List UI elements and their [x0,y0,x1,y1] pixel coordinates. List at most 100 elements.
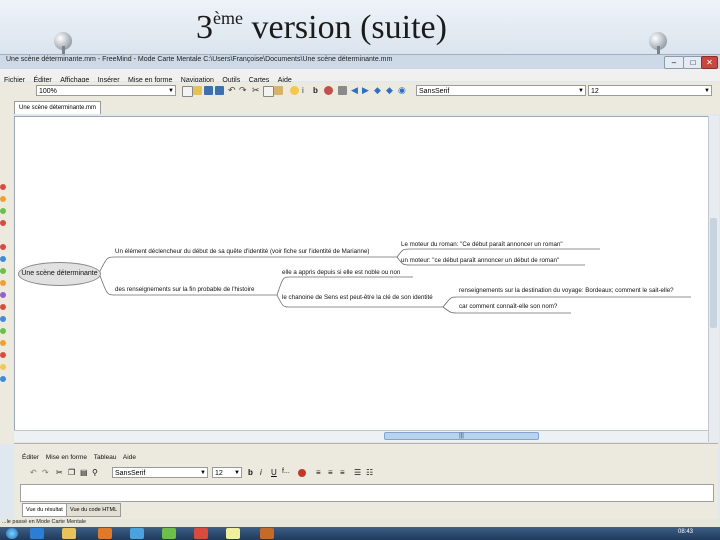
priority-icon[interactable] [0,376,6,382]
italic-button[interactable]: i [260,468,262,477]
numbered-list-icon[interactable]: ☷ [366,468,373,477]
mindmap-node[interactable]: Le moteur du roman: "Ce début paraît ann… [401,241,563,248]
slide-title: 3ème version (suite) [196,8,447,46]
priority-icon[interactable] [0,184,6,190]
navigate-icon[interactable]: ◉ [398,86,407,95]
lightbulb-icon[interactable] [290,86,299,95]
document-tabs: Une scène déterminante.mm [0,100,720,114]
scroll-thumb[interactable]: ||| [384,432,539,440]
priority-icon[interactable] [0,364,6,370]
status-bar: ...le passé en Mode Carte Mentale [0,519,720,527]
priority-icon[interactable] [0,316,6,322]
maximize-button[interactable]: □ [683,56,703,69]
status-text: ...le passé en Mode Carte Mentale [2,519,87,525]
mindmap-node[interactable]: le chanoine de Sens est peut-être la clé… [282,294,433,301]
priority-icon[interactable] [0,328,6,334]
cut-icon[interactable]: ✂ [56,468,63,477]
mindmap-node[interactable]: Un élément déclencheur du début de sa qu… [115,248,370,255]
ie-icon[interactable] [30,528,44,539]
arrow-left-icon[interactable]: ◀ [351,86,360,95]
new-file-icon[interactable] [182,86,193,97]
align-right-icon[interactable]: ≡ [340,468,345,477]
explorer-icon[interactable] [62,528,76,539]
cut-icon[interactable]: ✂ [252,86,261,95]
bullet-list-icon[interactable]: ☰ [354,468,361,477]
color-icon[interactable] [298,469,306,477]
priority-icon[interactable] [0,352,6,358]
app-icon[interactable] [194,528,208,539]
color-icon[interactable] [324,86,333,95]
align-center-icon[interactable]: ≡ [328,468,333,477]
bold-icon[interactable]: b [313,86,322,95]
priority-icon[interactable] [0,256,6,262]
zoom-select[interactable]: 100% ▼ [36,85,176,96]
tab-une-scene[interactable]: Une scène déterminante.mm [14,101,102,114]
editor-menu-editer[interactable]: Éditer [22,454,39,461]
arrow-down-icon[interactable]: ◆ [386,86,395,95]
editor-size-select[interactable]: 12 ▼ [212,467,242,478]
priority-icon[interactable] [0,340,6,346]
priority-icon[interactable] [0,196,6,202]
vertical-scrollbar[interactable] [708,116,719,442]
slide-title-bar: 3ème version (suite) [0,0,720,56]
undo-icon[interactable]: ↶ [30,468,37,477]
editor-menu: Éditer Mise en forme Tableau Aide [22,454,141,461]
priority-icon[interactable] [0,292,6,298]
arrow-up-icon[interactable]: ◆ [374,86,383,95]
minimize-button[interactable]: – [664,56,684,69]
editor-font-select[interactable]: SansSerif ▼ [112,467,208,478]
priority-icon[interactable] [0,304,6,310]
find-icon[interactable]: ⚲ [92,468,98,477]
chevron-down-icon: ▼ [704,88,710,94]
copy-icon[interactable] [263,86,274,97]
copy-icon[interactable]: ❐ [68,468,75,477]
editor-menu-tableau[interactable]: Tableau [94,454,117,461]
mindmap-node[interactable]: des renseignements sur la fin probable d… [115,286,254,293]
open-folder-icon[interactable] [193,86,202,95]
undo-icon[interactable]: ↶ [228,86,237,95]
app-icon[interactable] [130,528,144,539]
save-icon[interactable] [204,86,213,95]
cloud-icon[interactable] [338,86,347,95]
align-left-icon[interactable]: ≡ [316,468,321,477]
redo-icon[interactable]: ↷ [239,86,248,95]
pushpin-icon-right [645,32,673,56]
media-icon[interactable] [98,528,112,539]
chevron-down-icon: ▼ [578,88,584,94]
save-as-icon[interactable] [215,86,224,95]
horizontal-scrollbar[interactable]: ||| [14,430,708,442]
editor-menu-aide[interactable]: Aide [123,454,136,461]
font-button[interactable]: f... [282,468,290,475]
editor-menu-mise-en-forme[interactable]: Mise en forme [46,454,87,461]
note-text-area[interactable] [20,484,714,502]
priority-icon[interactable] [0,268,6,274]
redo-icon[interactable]: ↷ [42,468,49,477]
font-select[interactable]: SansSerif ▼ [416,85,586,96]
arrow-right-icon[interactable]: ▶ [362,86,371,95]
priority-icon[interactable] [0,220,6,226]
mindmap-node[interactable]: car comment connaît-elle son nom? [459,303,557,310]
underline-button[interactable]: U [271,468,277,477]
app-icon[interactable] [260,528,274,539]
bold-button[interactable]: b [248,468,253,477]
start-icon[interactable] [6,528,18,539]
mindmap-root-node[interactable]: Une scène déterminante [18,262,101,286]
mindmap-canvas[interactable]: Une scène déterminante Un élément déclen… [14,116,710,432]
priority-icon[interactable] [0,244,6,250]
mindmap-node[interactable]: renseignements sur la destination du voy… [459,287,674,294]
app-icon[interactable] [162,528,176,539]
paste-icon[interactable] [274,86,283,95]
paste-icon[interactable]: ▤ [80,468,88,477]
priority-icon[interactable] [0,280,6,286]
mindmap-node[interactable]: un moteur: "ce début paraît annoncer un … [401,257,559,264]
close-button[interactable]: ✕ [701,56,718,69]
freemind-icon[interactable] [226,528,240,539]
font-size-select[interactable]: 12 ▼ [588,85,712,96]
priority-icon[interactable] [0,208,6,214]
italic-icon[interactable]: i [302,86,311,95]
tab-html-view[interactable]: Vue du code HTML [66,503,122,517]
window-titlebar[interactable]: Une scène déterminante.mm - FreeMind - M… [0,54,720,69]
scroll-thumb[interactable] [710,218,717,328]
mindmap-node[interactable]: elle a appris depuis si elle est noble o… [282,269,400,276]
tab-result-view[interactable]: Vue du résultat [22,503,67,517]
